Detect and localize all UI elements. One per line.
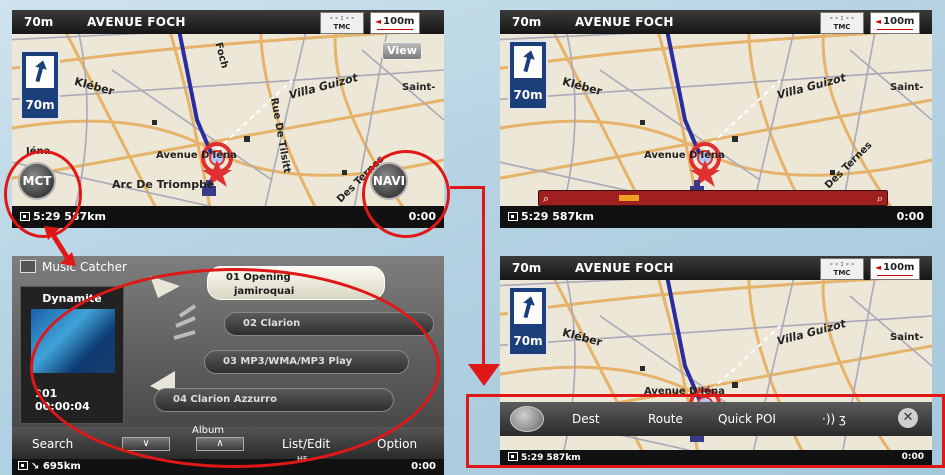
zoom-slider[interactable]: ⌕ ⌕ — [538, 190, 888, 206]
direction-icon: ↘ — [31, 461, 40, 472]
turn-distance: 70m — [513, 334, 543, 348]
option-button[interactable]: Option — [377, 437, 417, 451]
clock: 0:00 — [896, 210, 924, 223]
map-label-saint: Saint- — [890, 332, 924, 343]
scale-icon: ◄ — [875, 263, 882, 272]
map-label-arc: Arc De Triomphe — [112, 178, 215, 191]
map-label-saint: Saint- — [402, 82, 436, 93]
tmc-indicator[interactable]: TMC — [820, 256, 864, 280]
turn-indicator: 70m — [508, 286, 548, 356]
nav-top-bar: 70m AVENUE FOCH TMC ◄100m — [500, 10, 932, 34]
highlight-navi-ring — [362, 150, 450, 238]
zoom-out-icon[interactable]: ⌕ — [543, 192, 549, 206]
turn-arrow-icon — [514, 292, 542, 324]
current-street: AVENUE FOCH — [575, 261, 674, 275]
turn-distance: 70m — [513, 88, 543, 102]
nav-screen-zoom: Kléber Villa Guizot Saint- Avenue D'Iéna… — [500, 10, 932, 228]
turn-arrow-icon — [514, 46, 542, 78]
status-bar: 5:29 587km 0:00 — [500, 206, 932, 228]
music-catcher-icon — [20, 260, 36, 273]
turn-indicator: 70m — [20, 50, 60, 120]
highlight-playlist-ring — [30, 268, 440, 468]
eta: 5:29 — [521, 210, 549, 223]
remaining-distance: 695km — [42, 461, 81, 472]
scale-indicator[interactable]: ◄ 100m — [870, 12, 920, 34]
connector-line-v — [482, 186, 485, 366]
connector-line-h — [450, 186, 484, 189]
tmc-indicator[interactable]: TMC — [320, 10, 364, 34]
highlight-menu-box — [466, 394, 945, 468]
turn-arrow-icon — [26, 56, 54, 88]
double-arrow-icon — [44, 226, 76, 266]
highlight-mct-ring — [4, 150, 82, 238]
flag-icon — [18, 461, 28, 470]
zoom-slider-thumb[interactable] — [619, 195, 639, 201]
turn-distance: 70m — [25, 98, 55, 112]
current-street: AVENUE FOCH — [575, 15, 674, 29]
map-label-saint: Saint- — [890, 82, 924, 93]
search-button[interactable]: Search — [32, 437, 73, 451]
turn-indicator: 70m — [508, 40, 548, 110]
view-button[interactable]: View — [382, 42, 422, 60]
connector-arrow-down — [468, 364, 500, 386]
tmc-indicator[interactable]: TMC — [820, 10, 864, 34]
nav-top-bar: 70m AVENUE FOCH TMC ◄100m — [12, 10, 444, 34]
scale-indicator[interactable]: ◄ 100m — [870, 258, 920, 280]
remaining-distance: 587km — [552, 210, 594, 223]
map-label-iena: Avenue D'Iéna — [156, 150, 237, 161]
next-turn-distance: 70m — [512, 261, 542, 275]
next-turn-distance: 70m — [512, 15, 542, 29]
zoom-in-icon[interactable]: ⌕ — [877, 192, 883, 206]
nav-top-bar: 70m AVENUE FOCH TMC ◄100m — [500, 256, 932, 280]
clock: 0:00 — [411, 461, 436, 472]
scale-icon: ◄ — [375, 17, 382, 26]
scale-indicator[interactable]: ◄ 100m — [370, 12, 420, 34]
current-street: AVENUE FOCH — [87, 15, 186, 29]
flag-icon — [508, 212, 518, 221]
map-label-iena: Avenue D'Iéna — [644, 150, 725, 161]
scale-icon: ◄ — [875, 17, 882, 26]
next-turn-distance: 70m — [24, 15, 54, 29]
